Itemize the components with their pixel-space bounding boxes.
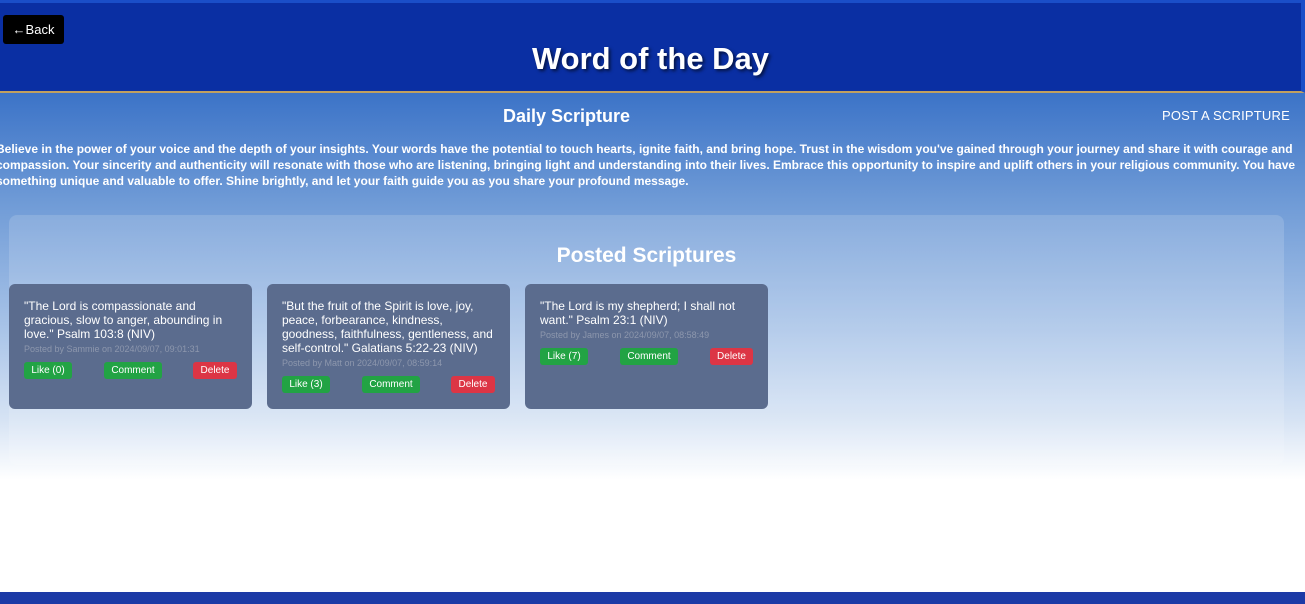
comment-button[interactable]: Comment	[620, 348, 678, 365]
scripture-text: "But the fruit of the Spirit is love, jo…	[282, 299, 493, 355]
like-button[interactable]: Like (3)	[282, 376, 330, 393]
header-bar: ←Back Word of the Day	[0, 0, 1305, 93]
scripture-card: "But the fruit of the Spirit is love, jo…	[267, 284, 510, 409]
scripture-text: "The Lord is my shepherd; I shall not wa…	[540, 299, 736, 327]
intro-paragraph: Believe in the power of your voice and t…	[0, 142, 1296, 188]
delete-button[interactable]: Delete	[193, 362, 237, 379]
post-meta: Posted by Sammie on 2024/09/07, 09:01:31	[24, 344, 200, 354]
scripture-text: "The Lord is compassionate and gracious,…	[24, 299, 223, 341]
delete-button[interactable]: Delete	[710, 348, 753, 365]
posted-scriptures-panel: Posted Scriptures "The Lord is compassio…	[9, 215, 1284, 465]
comment-button[interactable]: Comment	[362, 376, 420, 393]
post-meta: Posted by Matt on 2024/09/07, 08:59:14	[282, 358, 443, 368]
post-meta: Posted by James on 2024/09/07, 08:58:49	[540, 330, 710, 340]
page-title: Word of the Day	[531, 41, 770, 76]
footer-bar	[0, 592, 1305, 604]
daily-scripture-title: Daily Scripture	[502, 106, 631, 126]
like-button[interactable]: Like (7)	[540, 348, 588, 365]
scripture-card: "The Lord is my shepherd; I shall not wa…	[525, 284, 768, 409]
post-scripture-link[interactable]: POST A SCRIPTURE	[1162, 108, 1290, 123]
delete-button[interactable]: Delete	[451, 376, 495, 393]
posted-scriptures-title: Posted Scriptures	[556, 244, 737, 267]
back-button[interactable]: ←Back	[3, 15, 64, 44]
like-button[interactable]: Like (0)	[24, 362, 72, 379]
scripture-card: "The Lord is compassionate and gracious,…	[9, 284, 252, 409]
comment-button[interactable]: Comment	[104, 362, 162, 379]
